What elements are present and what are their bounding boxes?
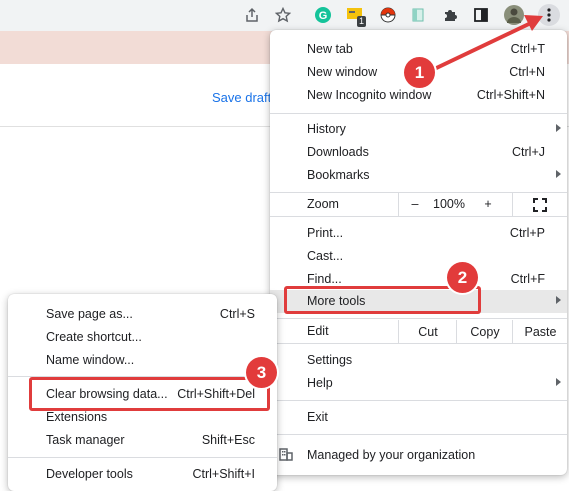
shortcut-label: Ctrl+T bbox=[510, 42, 545, 56]
extensions-puzzle-icon[interactable] bbox=[440, 5, 460, 25]
menu-item-settings[interactable]: Settings bbox=[270, 349, 567, 372]
menu-item-zoom: Zoom – 100% + bbox=[270, 193, 567, 216]
step-marker-3: 3 bbox=[246, 357, 277, 388]
menu-item-label: New Incognito window bbox=[307, 88, 432, 102]
chrome-main-menu: New tab Ctrl+T New window Ctrl+N New Inc… bbox=[270, 30, 567, 475]
submenu-arrow-icon bbox=[556, 124, 561, 132]
menu-item-label: Developer tools bbox=[46, 467, 133, 481]
menu-item-label: History bbox=[307, 122, 346, 136]
bookmark-star-icon[interactable] bbox=[273, 5, 293, 25]
menu-item-label: Zoom bbox=[307, 197, 339, 211]
menu-item-help[interactable]: Help bbox=[270, 372, 567, 395]
building-icon bbox=[279, 447, 293, 464]
menu-item-label: New tab bbox=[307, 42, 353, 56]
menu-item-label: Find... bbox=[307, 272, 342, 286]
fullscreen-icon bbox=[533, 197, 547, 212]
side-panel-icon[interactable] bbox=[471, 5, 491, 25]
menu-item-task-manager[interactable]: Task manager Shift+Esc bbox=[8, 429, 277, 452]
zoom-level-value: 100% bbox=[433, 197, 465, 211]
menu-item-label: Task manager bbox=[46, 433, 125, 447]
step-marker-1: 1 bbox=[404, 57, 435, 88]
menu-item-exit[interactable]: Exit bbox=[270, 406, 567, 429]
fullscreen-button[interactable] bbox=[512, 193, 567, 216]
menu-separator bbox=[270, 400, 567, 401]
menu-item-cast[interactable]: Cast... bbox=[270, 245, 567, 268]
menu-item-print[interactable]: Print... Ctrl+P bbox=[270, 222, 567, 245]
menu-item-label: Managed by your organization bbox=[307, 448, 476, 462]
profile-avatar[interactable] bbox=[504, 5, 524, 25]
menu-item-label: Settings bbox=[307, 353, 353, 367]
menu-item-developer-tools[interactable]: Developer tools Ctrl+Shift+I bbox=[8, 463, 277, 486]
shortcut-label: Ctrl+Shift+N bbox=[476, 88, 545, 102]
menu-item-edit: Edit Cut Copy Paste bbox=[270, 320, 567, 343]
more-tools-highlight bbox=[284, 286, 481, 314]
shortcut-label: Ctrl+F bbox=[510, 272, 545, 286]
shortcut-label: Ctrl+P bbox=[509, 226, 545, 240]
menu-separator bbox=[8, 457, 277, 458]
shortcut-label: Ctrl+Shift+I bbox=[192, 467, 255, 481]
menu-item-name-window[interactable]: Name window... bbox=[8, 349, 277, 372]
clear-browsing-highlight bbox=[29, 377, 270, 411]
share-icon[interactable] bbox=[242, 5, 262, 25]
copy-label: Copy bbox=[470, 324, 500, 339]
menu-item-label: Cast... bbox=[307, 249, 344, 263]
menu-item-label: Print... bbox=[307, 226, 344, 240]
svg-text:G: G bbox=[319, 10, 328, 22]
menu-item-label: New window bbox=[307, 65, 378, 79]
menu-item-label: Help bbox=[307, 376, 333, 390]
kebab-menu-icon[interactable] bbox=[538, 4, 560, 26]
extension-badge-icon[interactable]: 1 bbox=[345, 5, 367, 27]
cut-button[interactable]: Cut bbox=[398, 320, 457, 343]
menu-item-bookmarks[interactable]: Bookmarks bbox=[270, 164, 567, 187]
menu-item-label: Edit bbox=[307, 324, 329, 338]
submenu-arrow-icon bbox=[556, 378, 561, 386]
menu-separator bbox=[270, 216, 567, 217]
paste-button[interactable]: Paste bbox=[512, 320, 568, 343]
menu-item-downloads[interactable]: Downloads Ctrl+J bbox=[270, 141, 567, 164]
menu-item-label: Save page as... bbox=[46, 307, 133, 321]
cut-label: Cut bbox=[418, 324, 438, 339]
step-marker-2: 2 bbox=[447, 262, 478, 293]
menu-item-label: Exit bbox=[307, 410, 328, 424]
submenu-arrow-icon bbox=[556, 296, 561, 304]
menu-item-label: Extensions bbox=[46, 410, 108, 424]
menu-item-managed[interactable]: Managed by your organization bbox=[270, 444, 567, 467]
menu-separator bbox=[270, 343, 567, 344]
menu-separator bbox=[270, 434, 567, 435]
shortcut-label: Ctrl+J bbox=[512, 145, 545, 159]
shortcut-label: Ctrl+S bbox=[219, 307, 255, 321]
copy-button[interactable]: Copy bbox=[456, 320, 513, 343]
extension-badge-count: 1 bbox=[357, 16, 367, 27]
grammarly-extension-icon[interactable]: G bbox=[313, 5, 333, 25]
save-draft-link[interactable]: Save draft bbox=[212, 90, 271, 105]
menu-item-history[interactable]: History bbox=[270, 118, 567, 141]
browser-toolbar: G 1 bbox=[0, 0, 569, 31]
pokeball-extension-icon[interactable] bbox=[378, 5, 398, 25]
menu-item-create-shortcut[interactable]: Create shortcut... bbox=[8, 326, 277, 349]
reader-extension-icon[interactable] bbox=[408, 5, 428, 25]
menu-separator bbox=[270, 318, 567, 319]
zoom-in-button[interactable]: + bbox=[479, 197, 497, 211]
paste-label: Paste bbox=[524, 324, 557, 339]
menu-item-label: Bookmarks bbox=[307, 168, 370, 182]
shortcut-label: Ctrl+N bbox=[509, 65, 545, 79]
zoom-out-button[interactable]: – bbox=[406, 197, 424, 211]
menu-item-save-page[interactable]: Save page as... Ctrl+S bbox=[8, 303, 277, 326]
submenu-arrow-icon bbox=[556, 170, 561, 178]
menu-separator bbox=[270, 113, 567, 114]
menu-item-label: Name window... bbox=[46, 353, 135, 367]
shortcut-label: Shift+Esc bbox=[201, 433, 255, 447]
menu-item-label: Downloads bbox=[307, 145, 369, 159]
menu-item-label: Create shortcut... bbox=[46, 330, 142, 344]
